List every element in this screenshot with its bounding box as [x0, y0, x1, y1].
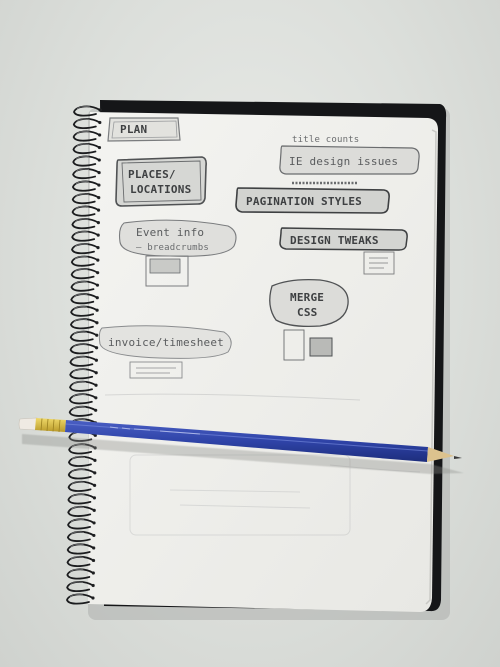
note-plan-text: PLAN — [120, 123, 147, 136]
photo-scene: PLAN PLACES/ LOCATIONS title counts IE d… — [18, 100, 464, 620]
note-pagination-text: PAGINATION STYLES — [246, 195, 362, 208]
note-title-counts: title counts — [292, 135, 359, 145]
note-plan: PLAN — [107, 117, 181, 142]
note-invoice-text: invoice/timesheet — [108, 336, 224, 349]
note-places: PLACES/ LOCATIONS — [115, 156, 207, 207]
note-merge-text: MERGE — [290, 291, 324, 304]
note-event-info-line1: Event info — [136, 226, 204, 239]
note-ie-design-text: IE design issues — [289, 155, 398, 168]
pencil-ferrule — [35, 418, 66, 432]
note-css-text: CSS — [297, 306, 317, 319]
note-event-info-line2: — breadcrumbs — [136, 243, 209, 253]
pencil-lead — [454, 456, 462, 459]
note-design-tweaks-text: DESIGN TWEAKS — [290, 234, 379, 247]
pencil-eraser — [18, 417, 38, 431]
note-places-line1: PLACES/ — [128, 168, 176, 181]
note-places-line2: LOCATIONS — [130, 183, 191, 196]
